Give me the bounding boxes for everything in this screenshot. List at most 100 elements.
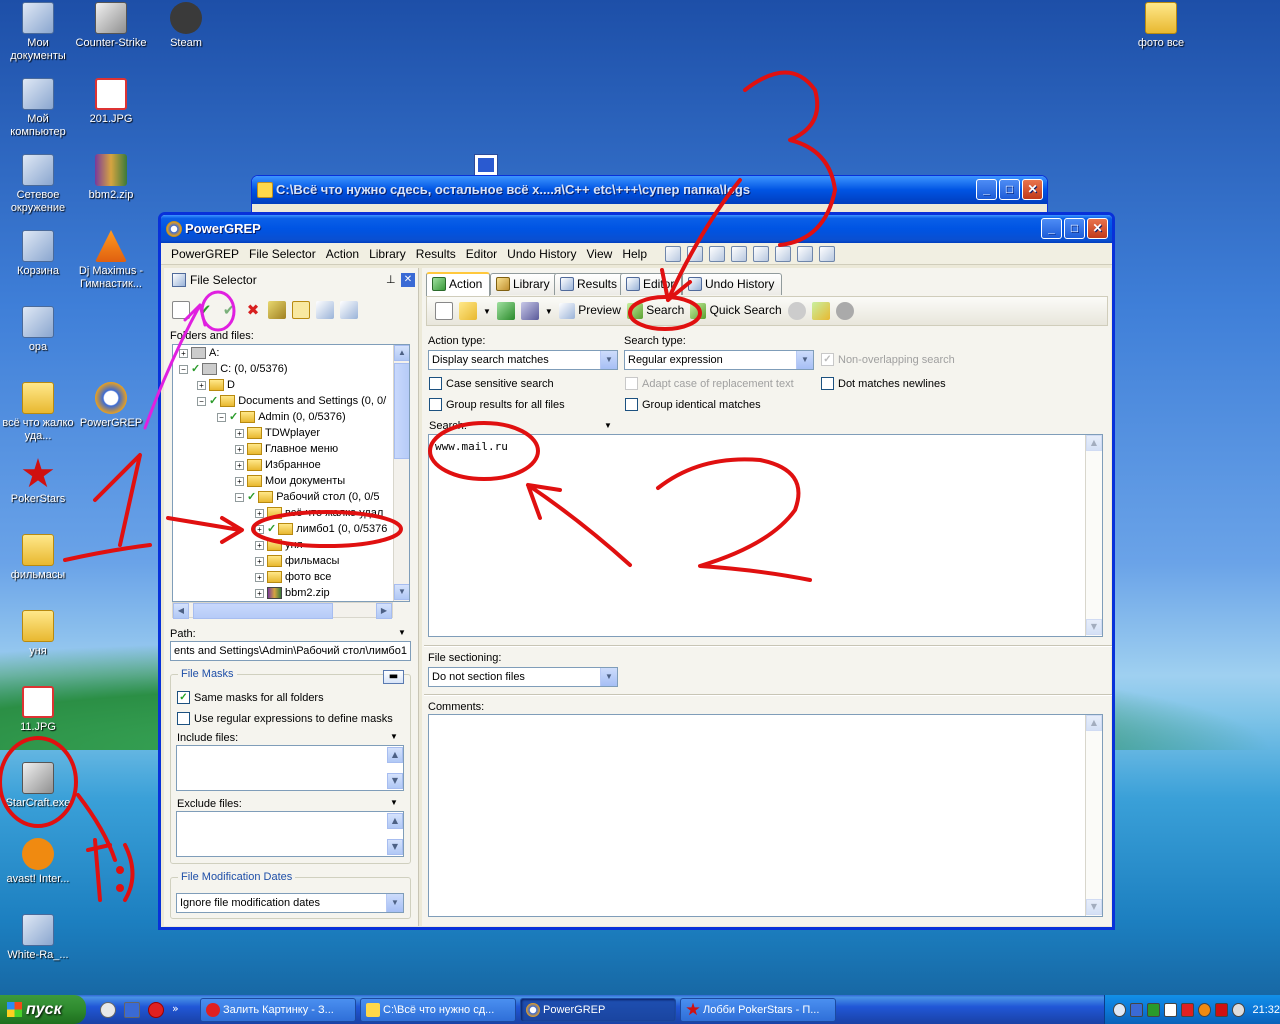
scroll-down-arrow-icon[interactable]: ▼ — [387, 839, 403, 855]
expand-icon[interactable]: + — [255, 588, 264, 598]
expand-icon[interactable]: + — [235, 476, 244, 486]
scroll-up-arrow-icon[interactable]: ▲ — [387, 747, 403, 763]
settings-icon[interactable] — [835, 302, 854, 320]
close-button[interactable]: ✕ — [1022, 179, 1043, 200]
powergrep-titlebar[interactable]: PowerGREP _ □ ✕ — [161, 215, 1112, 243]
taskbar-item-explorer[interactable]: C:\Всё что нужно сд... — [360, 997, 516, 1022]
expand-icon[interactable]: + — [255, 524, 264, 534]
preview-button[interactable]: Preview — [558, 303, 621, 319]
menu-view[interactable]: View — [587, 247, 613, 261]
scroll-left-arrow-icon[interactable]: ◀ — [173, 603, 189, 619]
minimize-button[interactable]: _ — [976, 179, 997, 200]
expand-icon[interactable]: + — [255, 540, 264, 550]
desktop-icon-avast[interactable]: avast! Inter... — [0, 838, 76, 886]
clock-icon[interactable] — [1231, 1002, 1245, 1017]
tree-item-a[interactable]: + A: — [179, 345, 219, 361]
menu-action[interactable]: Action — [326, 247, 359, 261]
minimize-button[interactable]: _ — [1041, 218, 1062, 239]
collapse-icon[interactable]: − — [197, 396, 206, 406]
open-action-icon[interactable] — [459, 302, 477, 320]
comments-input[interactable]: ▲ ▼ — [428, 714, 1103, 917]
dropdown-arrow-icon[interactable]: ▼ — [483, 307, 491, 316]
same-masks-checkbox[interactable]: ✓ Same masks for all folders — [177, 691, 324, 704]
clear-icon[interactable] — [268, 301, 286, 319]
group-identical-checkbox[interactable]: Group identical matches — [625, 398, 761, 411]
scroll-up-arrow-icon[interactable]: ▲ — [387, 813, 403, 829]
use-regex-masks-checkbox[interactable]: Use regular expressions to define masks — [177, 712, 393, 725]
toolbar-tool-icon[interactable] — [819, 245, 835, 262]
desktop-icon-pokerstars[interactable]: PokerStars — [0, 458, 76, 506]
scroll-down-arrow-icon[interactable]: ▼ — [387, 773, 403, 789]
explorer-window[interactable]: C:\Всё что нужно сдесь, остальное всё х.… — [251, 175, 1048, 215]
include-files-check-icon[interactable]: ✔ — [220, 301, 238, 319]
menu-editor[interactable]: Editor — [466, 247, 497, 261]
tree-item-tdwplayer[interactable]: + TDWplayer — [235, 425, 320, 441]
maximize-button[interactable]: □ — [1064, 218, 1085, 239]
desktop-icon-network[interactable]: Сетевое окружение — [0, 154, 76, 215]
tree-item-bbm2zip[interactable]: + bbm2.zip — [255, 585, 330, 601]
security-alert-icon[interactable] — [1180, 1002, 1194, 1017]
panel-close-button[interactable]: ✕ — [401, 273, 415, 287]
start-button[interactable]: пуск — [0, 995, 86, 1024]
desktop-icon-bbm2zip[interactable]: bbm2.zip — [73, 154, 149, 202]
save-action-icon[interactable] — [496, 302, 515, 320]
library-add-icon[interactable] — [520, 302, 539, 320]
tab-results[interactable]: Results — [554, 273, 626, 295]
search-dropdown-arrow-icon[interactable]: ▼ — [604, 421, 612, 430]
search-files-icon[interactable] — [316, 301, 334, 319]
taskbar-item-pokerstars[interactable]: Лобби PokerStars - П... — [680, 997, 836, 1022]
collapse-icon[interactable]: − — [179, 364, 188, 374]
comments-scrollbar[interactable]: ▲ ▼ — [1085, 715, 1102, 916]
search-button[interactable]: Search — [626, 303, 684, 319]
toolbar-tool-icon[interactable] — [775, 245, 791, 262]
tree-item-favorites[interactable]: + Избранное — [235, 457, 321, 473]
desktop-icon-recycle-bin[interactable]: Корзина — [0, 230, 76, 278]
desktop-icon-dj-maximus[interactable]: Dj Maximus - Гимнастик... — [73, 230, 149, 291]
menu-file-selector[interactable]: File Selector — [249, 247, 316, 261]
folder-tree[interactable]: + A: − ✓ C: (0, 0/5376) + D − ✓ Documents and … — [172, 344, 410, 602]
menu-undo-history[interactable]: Undo History — [507, 247, 576, 261]
show-desktop-icon[interactable] — [124, 1001, 140, 1018]
new-icon[interactable] — [172, 301, 190, 319]
scroll-up-arrow-icon[interactable]: ▲ — [1086, 715, 1102, 731]
pin-icon[interactable]: ⊥ — [386, 273, 396, 286]
toolbar-tool-icon[interactable] — [665, 245, 681, 262]
scroll-up-arrow-icon[interactable]: ▲ — [394, 345, 409, 361]
scroll-down-arrow-icon[interactable]: ▼ — [1086, 899, 1102, 915]
group-results-checkbox[interactable]: Group results for all files — [429, 398, 565, 411]
desktop-icon-filmasy[interactable]: фильмасы — [0, 534, 76, 582]
include-dropdown-arrow-icon[interactable]: ▼ — [390, 732, 398, 741]
toolbar-tool-icon[interactable] — [753, 245, 769, 262]
desktop-icon-unya[interactable]: уня — [0, 610, 76, 658]
taskbar-item-opera[interactable]: Залить Картинку - З... — [200, 997, 356, 1022]
toolbar-tool-icon[interactable] — [797, 245, 813, 262]
tree-item-documents-settings[interactable]: − ✓ Documents and Settings (0, 0/ — [197, 393, 386, 409]
dot-newlines-checkbox[interactable]: Dot matches newlines — [821, 377, 946, 390]
quick-search-button[interactable]: Quick Search — [690, 303, 782, 319]
action-type-select[interactable]: Display search matches ▼ — [428, 350, 618, 370]
expand-icon[interactable]: + — [255, 556, 264, 566]
file-sectioning-select[interactable]: Do not section files ▼ — [428, 667, 618, 687]
tab-editor[interactable]: Editor — [620, 273, 683, 295]
collapse-icon[interactable]: − — [235, 492, 244, 502]
expand-icon[interactable]: + — [235, 444, 244, 454]
desktop-icon-steam[interactable]: Steam — [148, 2, 224, 50]
dropdown-arrow-icon[interactable]: ▼ — [545, 307, 553, 316]
hscroll-thumb[interactable] — [193, 603, 333, 619]
desktop-icon-folder-vse[interactable]: всё что жалко уда... — [0, 382, 76, 443]
desktop-icon-11jpg[interactable]: 11.JPG — [0, 686, 76, 734]
dropdown-arrow-icon[interactable]: ▼ — [386, 894, 403, 912]
tree-scrollbar[interactable]: ▲ ▼ — [393, 345, 409, 601]
tray-expand-icon[interactable] — [1113, 1002, 1126, 1017]
desktop-icon-ora[interactable]: ора — [0, 306, 76, 354]
language-icon[interactable] — [1163, 1002, 1177, 1017]
tree-item-d[interactable]: + D — [197, 377, 235, 393]
desktop-icon-my-documents[interactable]: Мои документы — [0, 2, 76, 63]
file-dates-select[interactable]: Ignore file modification dates ▼ — [176, 893, 404, 913]
path-dropdown-arrow-icon[interactable]: ▼ — [398, 628, 406, 637]
expand-icon[interactable]: + — [235, 460, 244, 470]
expand-icon[interactable]: + — [255, 572, 264, 582]
desktop-icon-starcraft[interactable]: StarCraft.exe — [0, 762, 76, 810]
more-chevron-icon[interactable]: » — [172, 1002, 179, 1018]
case-sensitive-checkbox[interactable]: Case sensitive search — [429, 377, 554, 390]
